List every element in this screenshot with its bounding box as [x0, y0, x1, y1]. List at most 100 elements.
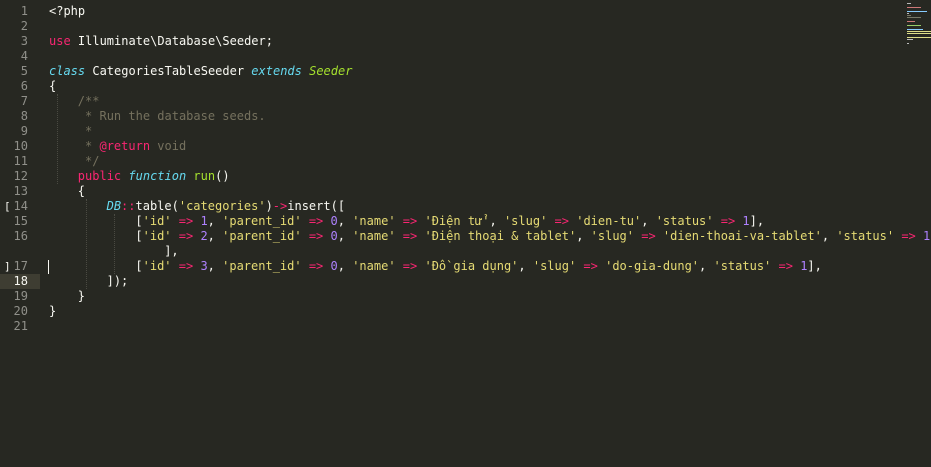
code-token: 0 — [330, 229, 338, 243]
code-token: 3 — [200, 259, 208, 273]
code-token: 'slug' — [590, 229, 634, 243]
code-token: 'id' — [142, 214, 172, 228]
code-token: [ — [135, 214, 143, 228]
code-token: extends — [251, 64, 302, 78]
code-token: 'name' — [352, 259, 396, 273]
line-number: 19 — [13, 289, 28, 303]
code-token: , — [821, 229, 837, 243]
code-line: } — [78, 289, 85, 304]
bracket-close-marker: ] — [4, 260, 11, 273]
code-token: insert([ — [287, 199, 346, 213]
code-token: , — [207, 229, 223, 243]
doc-comment: /** — [78, 94, 100, 109]
code-line: { — [49, 79, 56, 94]
code-token: ]); — [106, 274, 129, 288]
indent-guide — [85, 199, 87, 289]
code-token: function — [128, 169, 187, 183]
minimap-line — [907, 33, 931, 34]
class-declaration: class CategoriesTableSeeder extends Seed… — [49, 64, 352, 79]
doc-comment: * @return void — [78, 139, 186, 154]
line-number: 10 — [13, 139, 28, 153]
code-token: 2 — [200, 229, 208, 243]
minimap-line — [907, 43, 909, 44]
code-token: 0 — [330, 259, 338, 273]
code-token: 'Điện tử' — [424, 214, 490, 228]
seed-row: ['id' => 2, 'parent_id' => 0, 'name' => … — [135, 229, 930, 244]
code-line: } — [49, 304, 56, 319]
line-number: 9 — [20, 124, 28, 138]
insert-close: ]); — [107, 274, 129, 289]
code-token: => — [395, 259, 425, 273]
code-token: <?php — [49, 4, 86, 18]
code-token: 'status' — [836, 229, 895, 243]
minimap-line — [907, 25, 921, 26]
line-number: 18 — [13, 274, 28, 288]
code-token: () — [215, 169, 230, 183]
minimap-line — [907, 7, 921, 8]
line-number: 8 — [20, 109, 28, 123]
code-token: ], — [807, 259, 822, 273]
code-token: */ — [77, 154, 100, 168]
code-token: 1 — [200, 214, 208, 228]
code-token: ) — [265, 199, 273, 213]
code-token: => — [301, 229, 331, 243]
minimap-line — [907, 3, 911, 4]
code-token: * — [77, 124, 93, 138]
minimap[interactable] — [905, 0, 931, 48]
minimap-line — [907, 29, 923, 30]
php-open-tag: <?php — [49, 4, 85, 19]
code-token: * — [77, 139, 100, 153]
code-token: , — [337, 214, 353, 228]
code-token: table( — [135, 199, 179, 213]
code-token: run — [193, 169, 216, 183]
code-token: , — [699, 259, 714, 273]
code-token: 'dien-tu' — [576, 214, 642, 228]
doc-comment: * — [78, 124, 92, 139]
code-token: => — [171, 229, 201, 243]
method-declaration: public function run() — [78, 169, 230, 184]
code-token: 'name' — [352, 214, 396, 228]
doc-comment: */ — [77, 154, 100, 169]
code-token: CategoriesTableSeeder — [85, 64, 252, 78]
db-insert-call: DB::table('categories')->insert([ — [107, 199, 345, 214]
text-caret — [48, 260, 49, 274]
code-token: 'Điện thoại & tablet' — [424, 229, 577, 243]
code-editor[interactable]: 1 2 3 4 5 6 7 8 9 10 11 12 13 14 15 16 17 18 19 20 21[] <?ph… — [0, 0, 931, 467]
code-token: 'name' — [352, 229, 396, 243]
code-token: 'slug' — [532, 259, 577, 273]
line-number-gutter: 1 2 3 4 5 6 7 8 9 10 11 12 13 14 15 16 17 18 19 20 21[] — [0, 0, 40, 467]
code-token: 'parent_id' — [222, 229, 302, 243]
code-token: [ — [135, 259, 143, 273]
minimap-line — [907, 17, 921, 18]
code-token: => — [301, 214, 331, 228]
code-token: 'id' — [142, 259, 172, 273]
code-token: , — [207, 214, 223, 228]
code-token: public — [77, 169, 122, 183]
code-token: Seeder — [309, 64, 353, 78]
code-token: 1 — [923, 229, 931, 243]
line-number: 11 — [13, 154, 28, 168]
code-token: 0 — [330, 214, 338, 228]
code-token: 'do-gia-dung' — [605, 259, 700, 273]
code-token: 'status' — [655, 214, 714, 228]
minimap-line — [907, 31, 931, 32]
code-token: } — [77, 289, 86, 303]
code-token: => — [576, 259, 606, 273]
code-token: 'parent_id' — [222, 214, 302, 228]
code-token: , — [207, 259, 223, 273]
code-token: => — [171, 214, 201, 228]
code-token: /** — [77, 94, 100, 108]
code-token: 1 — [742, 214, 750, 228]
indent-guide — [56, 94, 58, 184]
code-token: => — [395, 214, 425, 228]
minimap-line — [907, 21, 915, 22]
code-token: => — [547, 214, 577, 228]
bracket-open-marker: [ — [4, 200, 11, 213]
minimap-line — [907, 11, 927, 12]
code-token: [ — [135, 229, 143, 243]
use-statement: use Illuminate\Database\Seeder; — [49, 34, 273, 49]
doc-comment: * Run the database seeds. — [78, 109, 266, 124]
code-token: :: — [121, 199, 136, 213]
line-number: 15 — [13, 214, 28, 228]
code-token: 'parent_id' — [222, 259, 302, 273]
